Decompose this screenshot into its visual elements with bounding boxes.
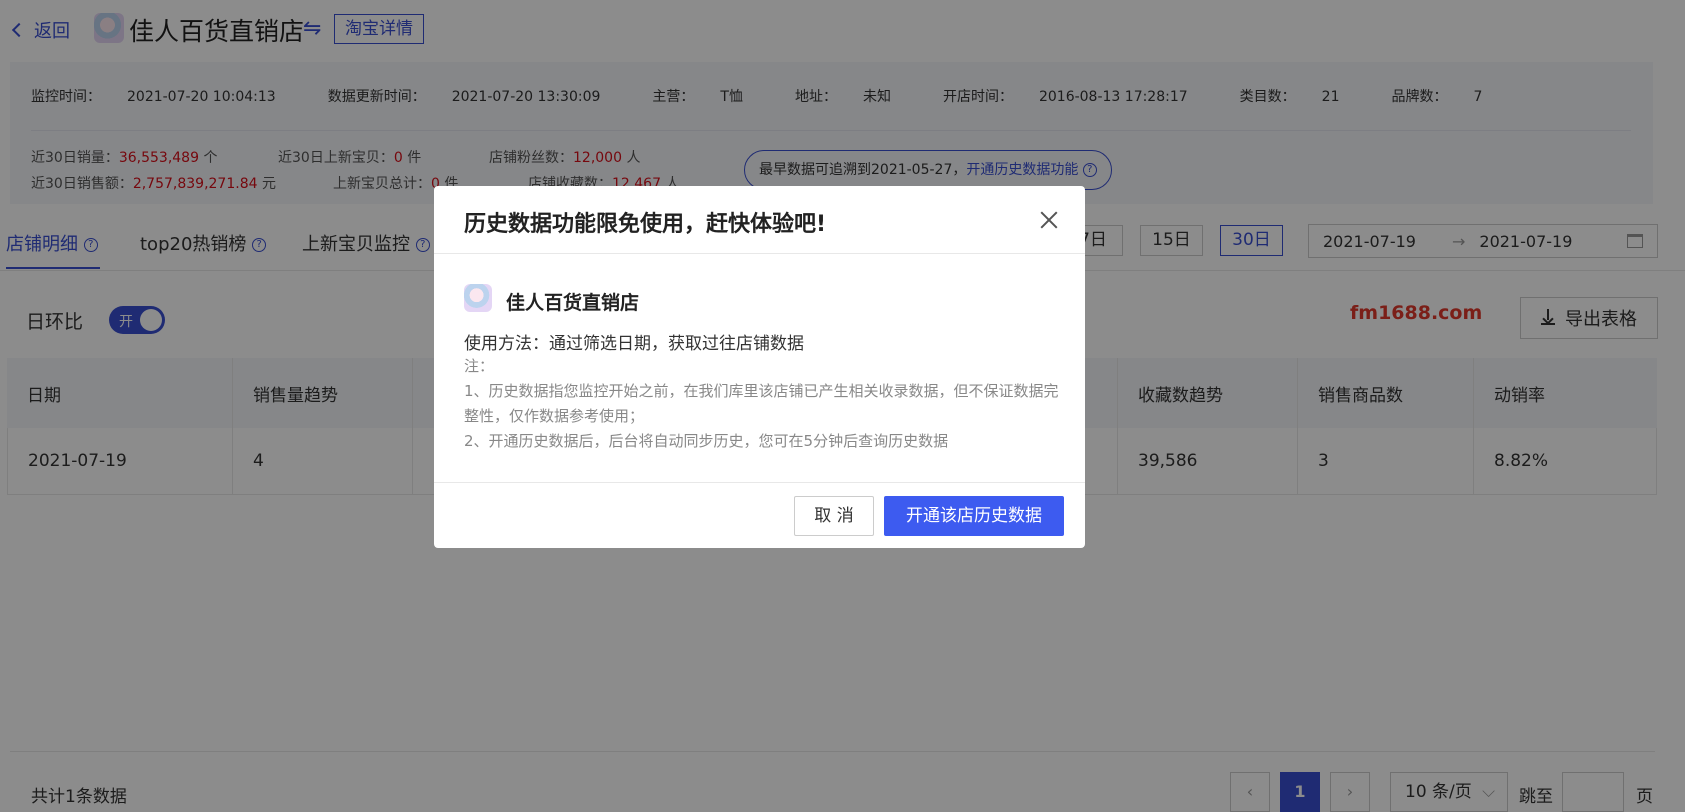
modal-header-divider <box>434 253 1085 254</box>
note-title: 注： <box>464 357 495 375</box>
note-item-1: 1、历史数据指您监控开始之前，在我们库里该店铺已产生相关收录数据，但不保证数据完… <box>464 382 1059 425</box>
modal-shop-name: 佳人百货直销店 <box>506 292 640 314</box>
modal-footer-divider <box>434 482 1085 483</box>
note-item-2: 2、开通历史数据后，后台将自动同步历史，您可在5分钟后查询历史数据 <box>464 432 949 450</box>
cancel-button[interactable]: 取 消 <box>794 496 874 536</box>
close-icon[interactable] <box>1039 210 1059 230</box>
history-data-modal: 历史数据功能限免使用，赶快体验吧! 佳人百货直销店 使用方法：通过筛选日期，获取… <box>434 186 1085 548</box>
modal-title: 历史数据功能限免使用，赶快体验吧! <box>464 212 827 237</box>
shop-avatar <box>464 284 492 312</box>
open-history-button[interactable]: 开通该店历史数据 <box>884 496 1064 536</box>
usage-text: 使用方法：通过筛选日期，获取过往店铺数据 <box>464 334 804 354</box>
